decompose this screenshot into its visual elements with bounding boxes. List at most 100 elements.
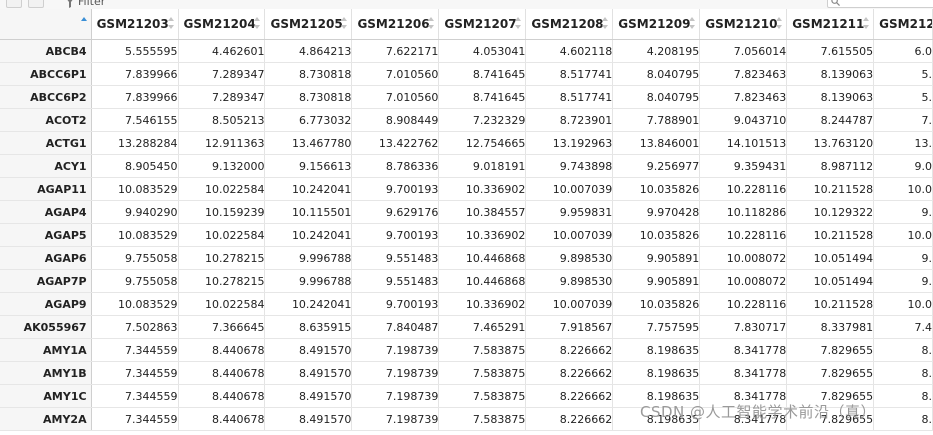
table-cell: 9.996788 [264,269,353,293]
row-name: AGAP4 [0,200,92,224]
table-row: ACTG1 13.288284 12.911363 13.467780 13.42276… [0,131,933,155]
table-cell: 13. [873,131,933,155]
table-cell: 8.440678 [178,407,266,431]
table-cell: 8.244787 [786,108,875,132]
table-cell: 12.754665 [438,131,527,155]
table-cell: 10.022584 [178,292,266,316]
column-header[interactable]: GSM21210 [699,9,788,40]
table-cell: 7.289347 [178,85,266,109]
column-header[interactable]: GSM21203 [91,9,179,40]
table-cell: 10.022584 [178,177,266,201]
table-cell: 10.129322 [786,200,875,224]
table-cell: 10.228116 [699,223,788,247]
table-cell: 10.446868 [438,269,527,293]
table-row: ABCC6P1 7.839966 7.289347 8.730818 7.010560 8… [0,62,933,86]
column-header[interactable]: GSM212 [873,9,933,40]
table-cell: 10.211528 [786,292,875,316]
table-cell: 7.823463 [699,85,788,109]
column-header[interactable]: GSM21206 [351,9,440,40]
row-name: AGAP11 [0,177,92,201]
table-row: AGAP4 9.940290 10.159239 10.115501 9.629176 1… [0,200,933,224]
table-cell: 7.198739 [351,407,440,431]
table-cell: 10.278215 [178,246,266,270]
table-row: AMY1B 7.344559 8.440678 8.491570 7.198739 7.5… [0,361,933,385]
table-cell: 9.132000 [178,154,266,178]
sort-icon [776,17,783,29]
table-cell: 4.602118 [525,39,614,63]
corner-sort-header[interactable] [0,9,92,40]
column-header-label: GSM212 [879,17,933,31]
column-header[interactable]: GSM21208 [525,9,614,40]
row-name: AK055967 [0,315,92,339]
column-header-label: GSM21203 [96,17,169,31]
sort-icon [602,17,609,29]
column-header[interactable]: GSM21211 [786,9,875,40]
column-header-label: GSM21204 [183,17,256,31]
column-header-label: GSM21211 [792,17,865,31]
row-name: AMY2A [0,407,92,431]
table-cell: 10.278215 [178,269,266,293]
table-cell: 8. [873,384,933,408]
table-cell: 5. [873,62,933,86]
search-input[interactable] [827,0,933,8]
table-cell: 7.010560 [351,85,440,109]
table-cell: 10.211528 [786,223,875,247]
table-cell: 8.139063 [786,62,875,86]
forward-button[interactable] [28,0,44,8]
table-cell: 9.156613 [264,154,353,178]
table-cell: 13.288284 [91,131,179,155]
table-cell: 9.755058 [91,269,179,293]
table-cell: 8.040795 [612,62,701,86]
table-cell: 8.491570 [264,361,353,385]
filter-label: Filter [78,0,106,8]
table-cell: 7.232329 [438,108,527,132]
row-name: AGAP6 [0,246,92,270]
table-cell: 8. [873,338,933,362]
table-cell: 10.051494 [786,269,875,293]
row-name: ABCC6P2 [0,85,92,109]
back-button[interactable] [6,0,22,8]
watermark: CSDN @人工智能学术前沿（真） [640,403,877,421]
table-cell: 9.256977 [612,154,701,178]
column-header[interactable]: GSM21209 [612,9,701,40]
table-cell: 10.211528 [786,177,875,201]
table-cell: 9.755058 [91,246,179,270]
filter-icon [67,0,73,8]
table-cell: 10.159239 [178,200,266,224]
column-header-label: GSM21205 [270,17,343,31]
column-header[interactable]: GSM21205 [264,9,353,40]
table-cell: 7.502863 [91,315,179,339]
table-cell: 8.198635 [612,361,701,385]
column-header[interactable]: GSM21204 [178,9,266,40]
table-cell: 8.139063 [786,85,875,109]
table-cell: 4.053041 [438,39,527,63]
table-cell: 13.192963 [525,131,614,155]
table-cell: 6.773032 [264,108,353,132]
table-cell: 8.505213 [178,108,266,132]
sort-icon [428,17,435,29]
table-cell: 10.228116 [699,292,788,316]
table-cell: 8.491570 [264,338,353,362]
table-cell: 7.839966 [91,62,179,86]
table-row: AGAP7P 9.755058 10.278215 9.996788 9.551483 1… [0,269,933,293]
column-header-label: GSM21210 [705,17,778,31]
table-cell: 10.035826 [612,292,701,316]
column-header[interactable]: GSM21207 [438,9,527,40]
table-cell: 10.007039 [525,177,614,201]
table-cell: 8. [873,361,933,385]
row-name: ABCC6P1 [0,62,92,86]
filter-button[interactable]: Filter [66,0,105,8]
table-cell: 10.0 [873,292,933,316]
table-cell: 9.940290 [91,200,179,224]
table-row: AMY1A 7.344559 8.440678 8.491570 7.198739 7.5… [0,338,933,362]
row-name: AGAP5 [0,223,92,247]
table-cell: 10.446868 [438,246,527,270]
table-cell: 8.908449 [351,108,440,132]
table-cell: 13.763120 [786,131,875,155]
table-cell: 8.987112 [786,154,875,178]
search-icon [831,0,840,6]
table-cell: 9.743898 [525,154,614,178]
sort-icon [254,17,261,29]
table-cell: 7.615505 [786,39,875,63]
table-cell: 6.0 [873,39,933,63]
